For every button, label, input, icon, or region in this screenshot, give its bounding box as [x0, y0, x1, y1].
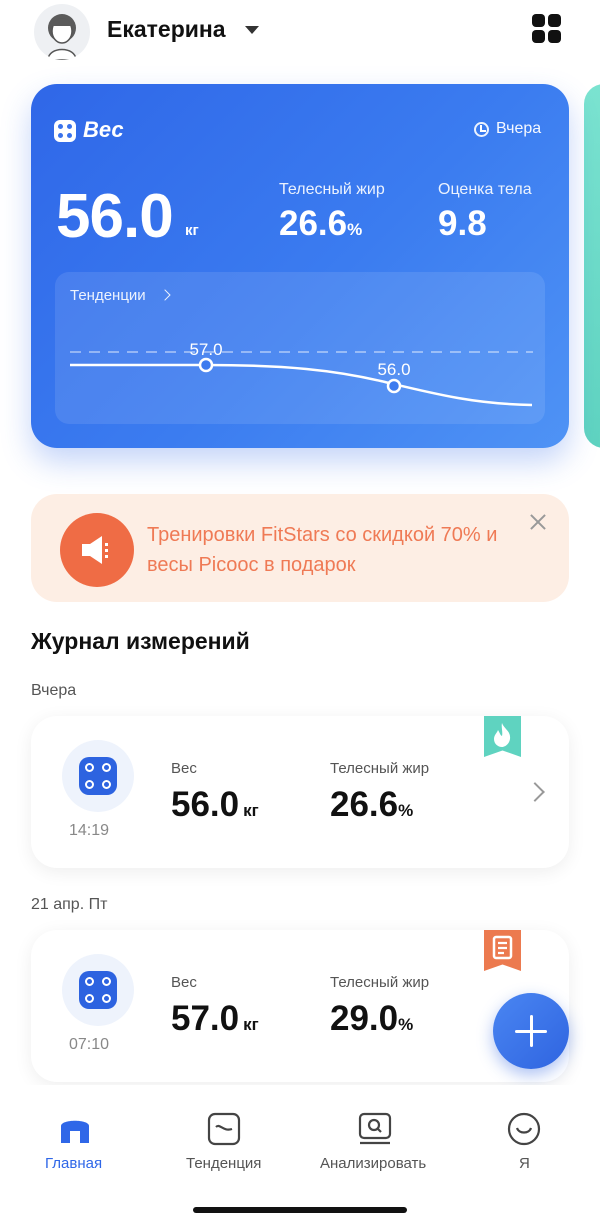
score-value: 9.8	[438, 204, 487, 243]
entry-fat: 29.0%	[330, 999, 413, 1039]
trend-line	[70, 363, 533, 407]
nav-label-trend: Тенденция	[186, 1155, 262, 1172]
report-icon	[484, 930, 521, 971]
journal-date: 21 апр. Пт	[31, 896, 108, 913]
journal-title: Журнал измерений	[31, 628, 250, 654]
apps-grid-icon[interactable]	[532, 14, 562, 44]
fat-unit: %	[347, 220, 363, 239]
entry-fat-unit: %	[398, 801, 414, 820]
header: Екатерина	[0, 0, 600, 62]
avatar-illustration	[47, 14, 77, 60]
nav-label-home: Главная	[45, 1155, 103, 1172]
weight-card[interactable]: Вес Вчера 56.0 кг Телесный жир 26.6% Оце…	[31, 84, 569, 448]
measurement-entry[interactable]: 14:19 Вес 56.0 кг Телесный жир 26.6%	[31, 716, 569, 868]
trend-chart: 57.0 56.0	[70, 340, 533, 407]
close-icon[interactable]	[528, 512, 548, 532]
home-indicator	[193, 1207, 407, 1213]
chevron-right-icon[interactable]	[525, 782, 545, 802]
nav-item-home[interactable]: Главная	[34, 1085, 116, 1185]
fat-label: Телесный жир	[279, 181, 385, 198]
measurement-entry[interactable]: 07:10 Вес 57.0 кг Телесный жир 29.0%	[31, 930, 569, 1082]
trend-point	[198, 357, 214, 373]
entry-fat-unit: %	[398, 1015, 414, 1034]
weight-unit: кг	[185, 222, 199, 239]
card-title: Вес	[83, 117, 124, 142]
user-name[interactable]: Екатерина	[107, 16, 226, 43]
scale-icon	[62, 740, 134, 812]
fat-metric: 26.6%	[279, 204, 362, 244]
avatar[interactable]	[34, 4, 90, 60]
chevron-down-icon[interactable]	[245, 26, 259, 34]
megaphone-icon	[60, 513, 134, 587]
fat-value: 26.6	[279, 204, 348, 243]
nav-label-profile: Я	[519, 1155, 530, 1172]
trend-panel[interactable]: Тенденции 57.0 56.0	[55, 272, 545, 424]
promo-banner[interactable]: Тренировки FitStars со скидкой 70% и вес…	[31, 494, 569, 602]
nav-label-analyze: Анализировать	[320, 1155, 427, 1172]
flame-icon	[484, 716, 521, 757]
entry-fat: 26.6%	[330, 785, 413, 825]
journal-date: Вчера	[31, 682, 77, 699]
card-time: Вчера	[496, 120, 542, 137]
next-card-peek[interactable]	[584, 84, 600, 448]
trend-point	[386, 378, 402, 394]
entry-fat-value: 29.0	[330, 999, 399, 1038]
entry-weight: 57.0 кг	[171, 999, 259, 1039]
clock-icon	[474, 122, 489, 137]
home-icon	[61, 1120, 89, 1143]
entry-weight: 56.0 кг	[171, 785, 259, 825]
scale-icon	[54, 120, 76, 142]
entry-weight-value: 56.0	[171, 785, 240, 824]
entry-time: 07:10	[69, 1036, 110, 1053]
scale-icon	[62, 954, 134, 1026]
entry-weight-label: Вес	[171, 974, 197, 991]
entry-weight-label: Вес	[171, 760, 197, 777]
nav-item-profile[interactable]: Я	[500, 1085, 548, 1185]
nav-item-analyze[interactable]: Анализировать	[318, 1085, 434, 1185]
trend-point-label: 57.0	[189, 340, 222, 359]
promo-text[interactable]: Тренировки FitStars со скидкой 70% и вес…	[147, 520, 507, 580]
entry-fat-value: 26.6	[330, 785, 399, 824]
bottom-nav: Главная Тенденция Анализировать Я	[0, 1085, 600, 1226]
entry-fat-label: Телесный жир	[330, 974, 430, 991]
add-measurement-button[interactable]	[493, 993, 569, 1069]
entry-time: 14:19	[69, 822, 110, 839]
nav-item-trend[interactable]: Тенденция	[183, 1085, 267, 1185]
analyze-icon	[358, 1112, 392, 1145]
trend-icon	[207, 1112, 241, 1146]
entry-weight-unit: кг	[243, 1015, 259, 1034]
score-label: Оценка тела	[438, 181, 532, 198]
entry-fat-label: Телесный жир	[330, 760, 430, 777]
entry-weight-unit: кг	[243, 801, 259, 820]
entry-weight-value: 57.0	[171, 999, 240, 1038]
trend-point-label: 56.0	[377, 360, 410, 379]
profile-icon	[507, 1112, 541, 1146]
weight-value: 56.0	[56, 182, 174, 251]
